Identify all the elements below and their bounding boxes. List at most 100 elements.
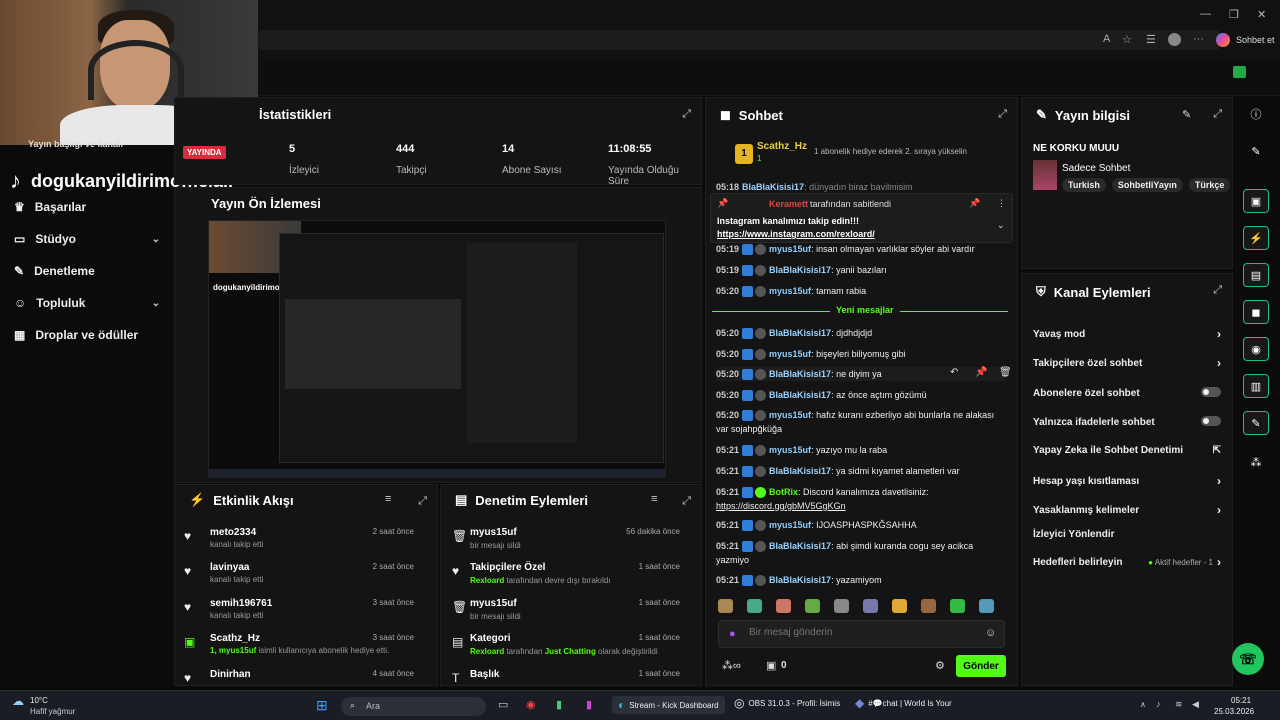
emote-icon[interactable] — [863, 599, 878, 613]
wifi-icon[interactable]: ≋ — [1175, 699, 1183, 710]
toggle-switch[interactable] — [1201, 416, 1221, 426]
layout-icon[interactable]: ▥ — [1243, 374, 1269, 398]
expand-icon[interactable]: ⤢ — [1213, 284, 1222, 297]
pin-message-icon[interactable]: 📌 — [975, 367, 987, 378]
lightning-icon[interactable]: ⚡ — [1243, 226, 1269, 250]
address-bar[interactable] — [258, 30, 1220, 50]
discord-link[interactable]: https://discord.gg/gbMV5GgKGn — [716, 501, 846, 511]
emote-bar — [718, 599, 1008, 615]
broadcast-icon[interactable]: ◉ — [1243, 337, 1269, 361]
pinned-link[interactable]: https://www.instagram.com/rexloard/ — [717, 229, 875, 239]
delete-icon[interactable]: 🗑 — [999, 367, 1012, 378]
volume-icon[interactable]: ◀ — [1192, 699, 1199, 710]
notes-icon[interactable]: ▤ — [1243, 263, 1269, 287]
microphone-icon[interactable]: ♪ — [1156, 699, 1161, 709]
chat-message-hovered[interactable]: 05:20 BlaBlaKisisi17: ne diyim ya — [716, 367, 1006, 381]
windows-start-icon[interactable]: ⊞ — [316, 697, 328, 714]
more-icon[interactable]: ⋮ — [997, 198, 1006, 209]
edit-pencil-icon[interactable]: ✎ — [1182, 108, 1191, 121]
category-name[interactable]: Sadece Sohbet — [1062, 163, 1130, 174]
filter-icon[interactable]: ≡ — [385, 493, 391, 505]
clock-time[interactable]: 05:21 — [1231, 696, 1251, 705]
read-aloud-icon[interactable]: A — [1103, 33, 1110, 45]
more-options-icon[interactable]: ··· — [1193, 33, 1204, 45]
emote-icon[interactable] — [834, 599, 849, 613]
collections-icon[interactable]: ☰ — [1146, 33, 1156, 46]
tag-list: Turkish SohbetliYayın Türkçe — [1062, 178, 1230, 192]
sidebar-item-drops[interactable]: ▦ Droplar ve ödüller — [14, 328, 160, 342]
copilot-icon[interactable] — [1216, 33, 1230, 47]
clock-date[interactable]: 25.03.2026 — [1214, 707, 1254, 716]
chrome-icon[interactable]: ◉ — [526, 698, 536, 711]
sidebar-item-moderation[interactable]: ✎ Denetleme — [14, 264, 160, 278]
clip-icon[interactable]: ▣ — [1243, 189, 1269, 213]
kick-logo-icon[interactable] — [1233, 66, 1246, 78]
taskbar-search[interactable]: ⌕ Ara — [341, 697, 486, 716]
chat-icon[interactable]: ◼ — [1243, 300, 1269, 324]
action-subscribers-only[interactable]: Abonelere özel sohbet — [1033, 386, 1221, 400]
weather-temp[interactable]: 10°C — [30, 696, 48, 705]
action-followers-only[interactable]: Takipçilere özel sohbet › — [1033, 356, 1221, 370]
tray-chevron-icon[interactable]: ∧ — [1140, 700, 1146, 709]
sidebar-item-community[interactable]: ☺ Topluluk ⌄ — [14, 296, 160, 310]
maximize-button[interactable]: ❐ — [1229, 8, 1239, 21]
edit-pencil-icon[interactable]: ✎ — [1243, 139, 1269, 163]
emote-icon[interactable] — [921, 599, 936, 613]
emote-icon[interactable] — [747, 599, 762, 613]
settings-gear-icon[interactable]: ⚙ — [935, 659, 945, 672]
app-icon[interactable]: ▮ — [556, 698, 562, 711]
sohbet-et-label[interactable]: Sohbet et — [1236, 35, 1275, 45]
emote-icon[interactable] — [805, 599, 820, 613]
taskbar-app-discord[interactable]: ◆ #💬chat | World Is Your — [855, 696, 952, 710]
emote-icon[interactable] — [979, 599, 994, 613]
emote-icon[interactable] — [892, 599, 907, 613]
taskbar-app-edge[interactable]: ◐ Stream - Kick Dashboard — [612, 696, 725, 714]
unpin-icon[interactable]: 📌 — [969, 198, 980, 209]
expand-icon[interactable]: ⤢ — [418, 495, 427, 508]
chat-input[interactable] — [749, 627, 969, 638]
emote-icon[interactable] — [950, 599, 965, 613]
send-button[interactable]: Gönder — [956, 655, 1006, 677]
tag[interactable]: Turkish — [1062, 178, 1106, 192]
sidebar-item-achievements[interactable]: ♛ Başarılar — [14, 200, 160, 214]
expand-icon[interactable]: ⤢ — [998, 108, 1007, 121]
profile-avatar[interactable] — [1168, 33, 1181, 46]
leaderboard-user[interactable]: Scathz_Hz — [757, 141, 807, 152]
tag[interactable]: Türkçe — [1188, 178, 1230, 192]
toggle-switch[interactable] — [1201, 387, 1221, 397]
action-account-age[interactable]: Hesap yaşı kısıtlaması › — [1033, 474, 1221, 488]
filter-icon[interactable]: ≡ — [651, 493, 657, 505]
tag[interactable]: SohbetliYayın — [1111, 178, 1183, 192]
taskbar-app-obs[interactable]: ◎ OBS 31.0.3 - Profil: İsimis — [734, 696, 840, 710]
stream-preview[interactable]: dogukanyildirimofficiall — [208, 220, 666, 478]
minimize-button[interactable]: — — [1200, 8, 1211, 20]
app-icon[interactable]: ▮ — [586, 698, 592, 711]
favorite-star-icon[interactable]: ☆ — [1122, 33, 1132, 46]
chevron-right-icon: › — [1217, 555, 1221, 569]
action-slow-mode[interactable]: Yavaş mod › — [1033, 327, 1221, 341]
chat-input-box[interactable]: ● ☺ — [718, 620, 1005, 648]
search-icon: ⌕ — [350, 700, 356, 710]
wrench-icon[interactable]: ✎ — [1243, 411, 1269, 435]
close-button[interactable]: ✕ — [1257, 8, 1266, 21]
expand-icon[interactable]: ⤢ — [682, 495, 691, 508]
action-raid[interactable]: İzleyici Yönlendir — [1033, 529, 1221, 540]
chevron-down-icon[interactable]: ⌄ — [997, 220, 1005, 231]
expand-icon[interactable]: ⤢ — [682, 108, 691, 121]
action-banned-words[interactable]: Yasaklanmış kelimeler › — [1033, 503, 1221, 517]
sidebar-item-studio[interactable]: ▭ Stüdyo ⌄ — [14, 232, 160, 246]
support-headset-icon[interactable]: ☏ — [1232, 643, 1264, 675]
emote-icon[interactable] — [718, 599, 733, 613]
action-ai-moderation[interactable]: Yapay Zeka ile Sohbet Denetimi ⇱ — [1033, 445, 1221, 456]
expand-icon[interactable]: ⤢ — [1213, 108, 1222, 121]
action-goals[interactable]: Hedefleri belirleyin ● Aktif hedefler - 1… — [1033, 555, 1221, 569]
users-infinity-icon[interactable]: ⁂∞ — [722, 659, 741, 672]
task-view-icon[interactable]: ▭ — [498, 698, 508, 711]
community-icon[interactable]: ⁂ — [1243, 450, 1269, 474]
microphone-icon[interactable]: ● — [729, 628, 736, 640]
action-emote-only[interactable]: Yalnızca ifadelerle sohbet — [1033, 415, 1221, 429]
emoji-icon[interactable]: ☺ — [985, 627, 996, 639]
info-icon[interactable]: ⓘ — [1243, 102, 1269, 126]
reply-icon[interactable]: ↶ — [950, 367, 958, 378]
emote-icon[interactable] — [776, 599, 791, 613]
